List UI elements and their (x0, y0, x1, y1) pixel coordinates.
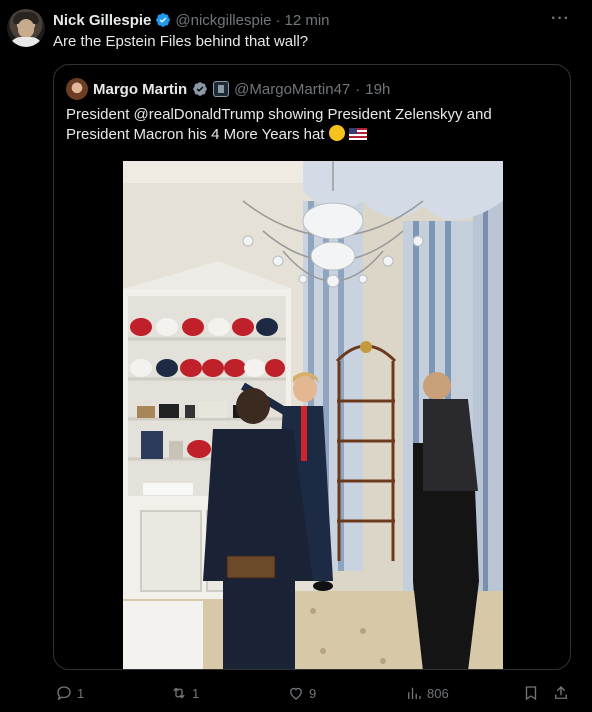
quote-author-avatar[interactable] (66, 78, 88, 100)
quote-author-handle[interactable]: @MargoMartin47 (234, 81, 350, 98)
bookmark-icon (525, 686, 537, 701)
repost-count: 1 (192, 685, 200, 701)
tweet-timestamp[interactable]: 12 min (285, 12, 330, 29)
tweet[interactable]: Nick Gillespie @nickgillespie · 12 min ·… (0, 0, 592, 712)
reply-button[interactable]: 1 (55, 680, 84, 706)
more-options-icon[interactable]: ··· (551, 10, 570, 28)
quote-header: Margo Martin @MargoMartin47 · 19h (66, 78, 391, 100)
quote-separator-dot: · (355, 80, 361, 98)
repost-icon (173, 687, 185, 699)
laughing-emoji-icon (328, 125, 345, 141)
tweet-header: Nick Gillespie @nickgillespie · 12 min (53, 10, 330, 30)
like-count: 9 (309, 685, 317, 701)
author-name[interactable]: Nick Gillespie (53, 12, 151, 29)
like-button[interactable]: 9 (287, 680, 316, 706)
repost-button[interactable]: 1 (170, 680, 199, 706)
heart-icon (290, 687, 302, 700)
share-icon (555, 686, 567, 699)
quote-text-block: President @realDonaldTrump showing Presi… (66, 105, 556, 145)
quote-timestamp: 19h (365, 80, 391, 98)
author-avatar[interactable] (7, 9, 45, 47)
affiliation-badge-icon[interactable] (213, 81, 230, 97)
views-chart-icon (408, 687, 421, 699)
action-bar: 1 1 9 806 (0, 680, 592, 706)
author-handle[interactable]: @nickgillespie (175, 12, 271, 29)
bookmark-button[interactable] (522, 680, 540, 706)
share-button[interactable] (552, 680, 570, 706)
quote-author-name[interactable]: Margo Martin (93, 81, 187, 98)
separator-dot: · (275, 11, 281, 29)
quoted-tweet[interactable]: Margo Martin @MargoMartin47 · 19h Presid… (53, 64, 571, 670)
quote-verified-badge-icon (193, 82, 208, 96)
photo-illustration (123, 161, 503, 669)
verified-badge-icon (156, 13, 171, 27)
quote-photo[interactable] (123, 161, 503, 669)
tweet-text: Are the Epstein Files behind that wall? (53, 33, 309, 50)
quote-text: President @realDonaldTrump showing Presi… (66, 106, 492, 143)
views-count: 806 (427, 685, 449, 701)
reply-count: 1 (77, 685, 85, 701)
reply-icon (57, 686, 71, 701)
us-flag-emoji-icon (348, 128, 367, 140)
views-button[interactable]: 806 (405, 680, 449, 706)
